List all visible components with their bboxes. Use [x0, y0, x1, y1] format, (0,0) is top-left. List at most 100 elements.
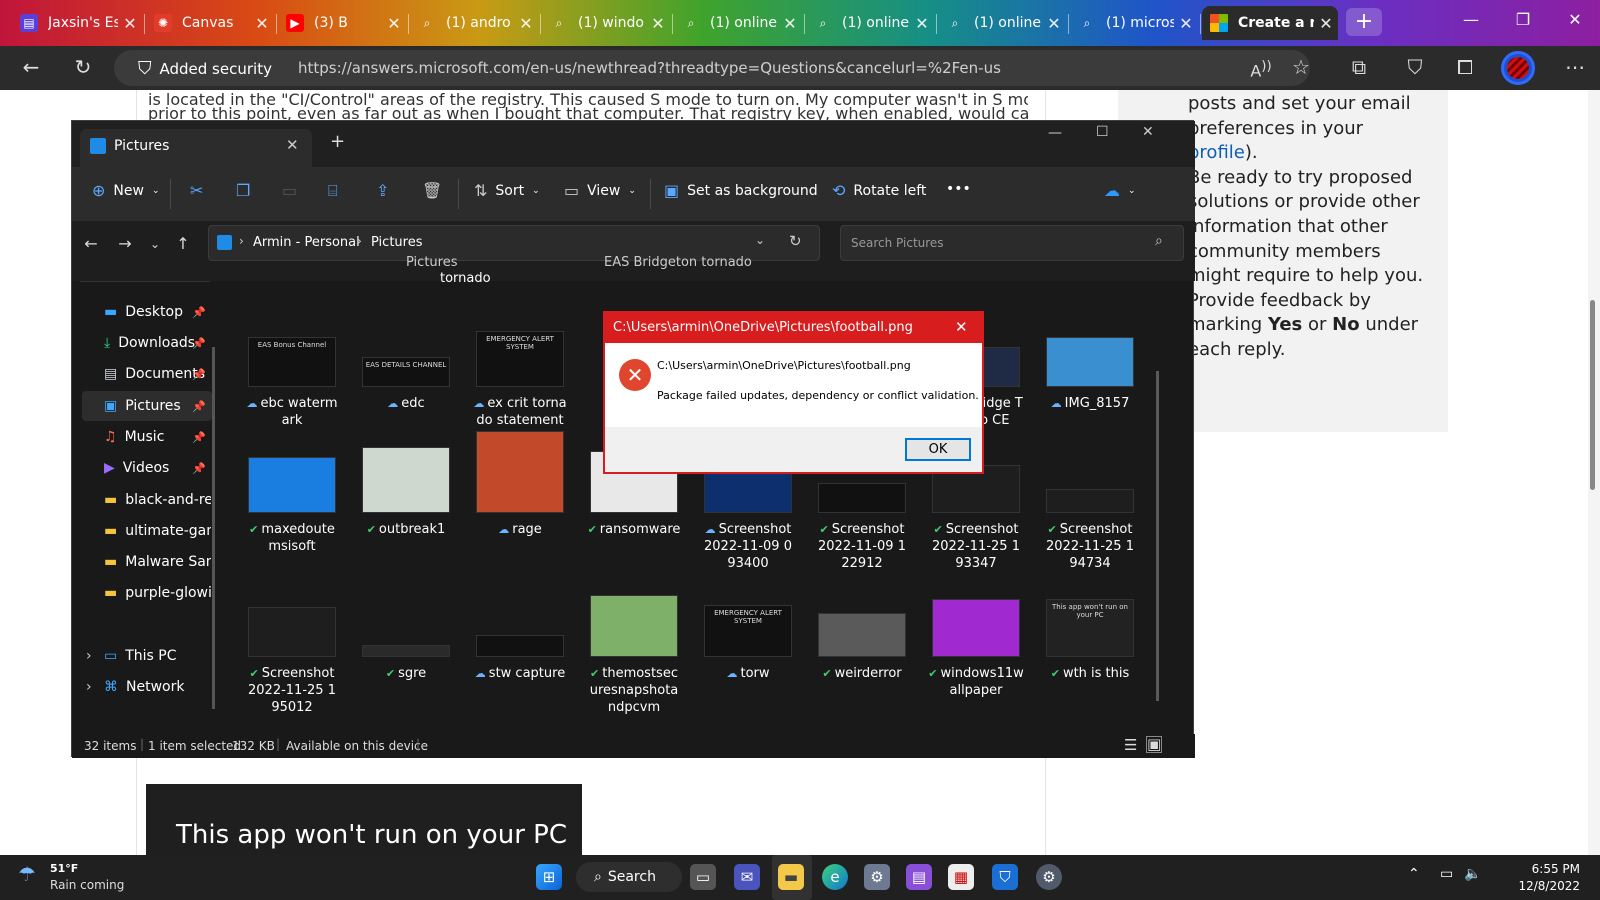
up-icon[interactable]: ↑: [170, 234, 196, 253]
rotate-left-button[interactable]: ⟲ Rotate left: [832, 181, 926, 200]
file-item[interactable]: ✔ Screenshot 2022-11-25 194734: [1042, 489, 1138, 572]
explorer-close-icon[interactable]: ✕: [1142, 124, 1154, 140]
file-item[interactable]: This app won't run on your PC ✔ wth is thi…: [1042, 599, 1138, 682]
rename-button[interactable]: ⌸: [328, 181, 338, 201]
file-item[interactable]: ✔ weirderror: [814, 613, 910, 682]
close-tab-icon[interactable]: ✕: [1174, 14, 1198, 33]
file-item[interactable]: ✔ windows11wallpaper: [928, 599, 1024, 699]
delete-button[interactable]: 🗑: [422, 181, 442, 200]
file-item[interactable]: ✔ maxedoutemsisoft: [244, 457, 340, 555]
forward-icon[interactable]: →: [112, 234, 138, 253]
ok-button[interactable]: OK: [905, 438, 971, 461]
browser-tab[interactable]: ⌕ (1) online ✕: [674, 6, 802, 40]
weather-temp[interactable]: 51°F: [50, 862, 78, 875]
file-item[interactable]: EAS Bonus Channel ☁ ebc watermark: [244, 337, 340, 429]
view-button[interactable]: ▭ View ⌄: [564, 181, 636, 200]
refresh-icon[interactable]: ↻: [789, 232, 802, 250]
collections-icon[interactable]: ⧠: [1452, 54, 1478, 80]
browser-tab[interactable]: ⌕ (1) online ✕: [938, 6, 1066, 40]
file-item[interactable]: EMERGENCY ALERT SYSTEM ☁ ex crit tornado s…: [472, 331, 568, 429]
paste-button[interactable]: ▭: [282, 181, 297, 200]
explorer-maximize-icon[interactable]: ☐: [1096, 124, 1109, 140]
browser-tab[interactable]: ⌕ (1) windo ✕: [542, 6, 670, 40]
edge-browser-icon[interactable]: e: [822, 864, 848, 890]
nav-item-music[interactable]: ♫ Music 📌: [82, 422, 212, 452]
explorer-tab[interactable]: Pictures ✕: [80, 129, 312, 167]
taskbar-search-button[interactable]: ⌕ Search: [576, 862, 682, 892]
new-tab-icon[interactable]: +: [330, 131, 345, 152]
restore-button[interactable]: ❐: [1500, 10, 1546, 29]
file-item[interactable]: ✔ Screenshot 2022-11-25 195012: [244, 607, 340, 716]
see-more-button[interactable]: •••: [946, 181, 971, 197]
volume-icon[interactable]: 🔈: [1464, 866, 1481, 882]
set-background-button[interactable]: ▣ Set as background: [664, 181, 818, 200]
browser-essentials-icon[interactable]: ⛉: [1402, 54, 1428, 80]
close-tab-icon[interactable]: ✕: [1042, 14, 1066, 33]
chat-icon[interactable]: ✉: [734, 864, 760, 890]
app-icon[interactable]: ⚙: [864, 864, 890, 890]
nav-item-documents[interactable]: ▤ Documents 📌: [82, 359, 212, 389]
browser-tab[interactable]: Create a r ✕: [1202, 6, 1338, 40]
browser-tab[interactable]: ⌕ (1) online ✕: [806, 6, 934, 40]
chevron-up-icon[interactable]: ⌃: [1408, 866, 1420, 882]
browser-tab[interactable]: ▶ (3) B ✕: [278, 6, 406, 40]
close-tab-icon[interactable]: ✕: [778, 14, 802, 33]
file-item[interactable]: EAS DETAILS CHANNEL ☁ edc: [358, 357, 454, 412]
url-text[interactable]: https://answers.microsoft.com/en-us/newt…: [298, 59, 1001, 77]
browser-tab[interactable]: ⌕ (1) andro ✕: [410, 6, 538, 40]
nav-scrollbar[interactable]: [212, 347, 215, 709]
extensions-icon[interactable]: ⧉: [1346, 54, 1372, 80]
page-scrollbar-thumb[interactable]: [1590, 300, 1595, 490]
details-view-icon[interactable]: ☰: [1124, 736, 1137, 754]
settings-icon[interactable]: ⚙: [1036, 864, 1062, 890]
file-item[interactable]: ✔ outbreak1: [358, 447, 454, 538]
file-item[interactable]: EMERGENCY ALERT SYSTEM ☁ torw: [700, 605, 796, 682]
defender-shield-icon[interactable]: ⛉: [992, 864, 1018, 890]
browser-tab[interactable]: ▤ Jaxsin's Es ✕: [12, 6, 142, 40]
file-item[interactable]: ☁ stw capture: [472, 635, 568, 682]
nav-item-downloads[interactable]: ⤓ Downloads 📌: [82, 328, 212, 358]
nav-item-black-and-red[interactable]: ▬ black-and-red-: [82, 485, 212, 515]
network-status-icon[interactable]: ▭: [1440, 866, 1453, 882]
nav-item-malware-samp[interactable]: ▬ Malware Samp: [82, 547, 212, 577]
start-icon[interactable]: ⊞: [536, 864, 562, 890]
copy-button[interactable]: ❐: [236, 181, 250, 200]
explorer-minimize-icon[interactable]: —: [1048, 125, 1062, 141]
recent-locations-icon[interactable]: ⌄: [142, 237, 168, 251]
security-indicator[interactable]: ⛉ Added security: [138, 58, 272, 79]
cut-button[interactable]: ✂: [190, 181, 203, 200]
close-tab-icon[interactable]: ✕: [382, 14, 406, 33]
clock-date[interactable]: 12/8/2022: [1510, 879, 1580, 893]
nav-item-videos[interactable]: ▶ Videos 📌: [82, 453, 212, 483]
app-icon[interactable]: ▦: [948, 864, 974, 890]
browser-tab[interactable]: ✺ Canvas ✕: [146, 6, 274, 40]
favorite-add-icon[interactable]: ☆: [1288, 54, 1314, 80]
back-icon[interactable]: ←: [18, 54, 44, 80]
sort-button[interactable]: ⇅ Sort ⌄: [474, 181, 540, 200]
nav-item-desktop[interactable]: ▬ Desktop 📌: [82, 297, 212, 327]
close-tab-icon[interactable]: ✕: [1314, 14, 1338, 33]
large-icons-view-icon[interactable]: ▣: [1146, 736, 1163, 753]
file-item[interactable]: ✔ Screenshot 2022-11-09 122912: [814, 483, 910, 572]
profile-link[interactable]: profile: [1188, 142, 1245, 163]
new-tab-button[interactable]: +: [1346, 8, 1382, 36]
close-tab-icon[interactable]: ✕: [910, 14, 934, 33]
nav-item-purple-glowing[interactable]: ▬ purple-glowing: [82, 578, 212, 608]
clock-time[interactable]: 6:55 PM: [1510, 862, 1580, 876]
chevron-right-icon[interactable]: ›: [86, 648, 92, 664]
files-scrollbar[interactable]: [1156, 371, 1159, 701]
browser-tab[interactable]: ⌕ (1) micros ✕: [1070, 6, 1198, 40]
nav-item-ultimate-gamir[interactable]: ▬ ultimate-gamir: [82, 516, 212, 546]
file-item[interactable]: ✔ themostsecuresnapshotandpcvm: [586, 595, 682, 716]
close-tab-icon[interactable]: ✕: [286, 136, 299, 154]
weather-desc[interactable]: Rain coming: [50, 878, 124, 892]
task-view-icon[interactable]: ▭: [690, 864, 716, 890]
profile-avatar[interactable]: [1501, 51, 1535, 85]
close-tab-icon[interactable]: ✕: [514, 14, 538, 33]
nav-item-pictures[interactable]: ▣ Pictures 📌: [82, 391, 212, 421]
share-button[interactable]: ⇪: [376, 181, 389, 200]
close-tab-icon[interactable]: ✕: [646, 14, 670, 33]
nav-item-network[interactable]: › ⌘ Network: [82, 672, 212, 702]
breadcrumb-item[interactable]: Pictures: [371, 235, 422, 250]
read-aloud-icon[interactable]: A)): [1248, 54, 1274, 80]
